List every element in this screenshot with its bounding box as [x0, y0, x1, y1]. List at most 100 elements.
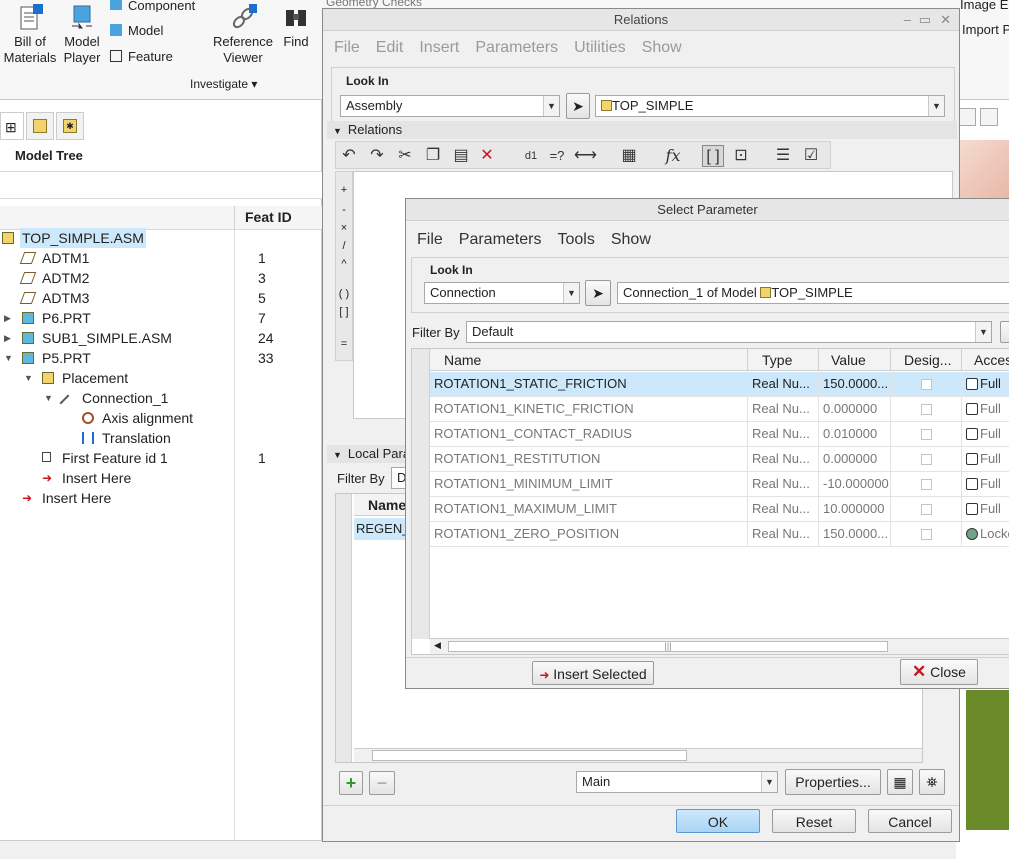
operator-button[interactable]: × [336, 222, 352, 234]
operator-button[interactable]: ^ [336, 258, 352, 270]
model-button[interactable]: Model [110, 18, 195, 44]
operator-button[interactable]: = [336, 338, 352, 350]
operator-button[interactable]: / [336, 240, 352, 252]
geometry-checks-button[interactable]: Geometry Checks [326, 0, 466, 8]
local-h-scrollbar[interactable] [354, 748, 922, 762]
menu-parameters[interactable]: Parameters [475, 39, 558, 57]
param-designate[interactable] [891, 522, 962, 546]
component-button[interactable]: Component [110, 0, 195, 12]
pick-pointer-button[interactable]: ➤ [566, 93, 590, 119]
tree-row[interactable]: ▼ Connection_1 [0, 388, 322, 412]
model-player-button[interactable]: Model Player [60, 4, 104, 66]
undo-icon[interactable]: ↶ [338, 145, 360, 167]
collapse-icon[interactable]: ▼ [44, 388, 53, 408]
sp-h-scrollbar[interactable]: ◀ ||| [430, 638, 1009, 654]
evaluate-icon[interactable]: =? [546, 145, 568, 167]
expand-icon[interactable]: ▶ [4, 308, 11, 328]
tab-layers[interactable] [26, 112, 54, 140]
operator-button[interactable]: + [336, 184, 352, 196]
show-params-icon[interactable]: ☰ [772, 145, 794, 167]
find-button[interactable]: Find [278, 4, 314, 50]
investigate-group-button[interactable]: Investigate ▾ [190, 77, 257, 91]
param-designate[interactable] [891, 447, 962, 471]
param-designate[interactable] [891, 422, 962, 446]
image-e-button[interactable]: Image E [960, 0, 1009, 14]
bill-of-materials-button[interactable]: Bill of Materials [2, 4, 58, 66]
param-designate[interactable] [891, 472, 962, 496]
reference-viewer-button[interactable]: Reference Viewer [212, 4, 274, 66]
sp-menu-tools[interactable]: Tools [557, 231, 594, 249]
camera-icon[interactable] [980, 108, 998, 126]
tree-row[interactable]: ▼ P5.PRT 33 [0, 348, 322, 368]
sp-menu-show[interactable]: Show [611, 231, 651, 249]
expand-icon[interactable]: ▶ [4, 328, 11, 348]
sp-filter-extra-button[interactable] [1000, 321, 1009, 343]
tree-row[interactable]: Axis alignment [0, 408, 322, 428]
scroll-left-icon[interactable]: ◀ [434, 640, 441, 651]
param-row[interactable]: ROTATION1_MAXIMUM_LIMIT Real Nu... 10.0000… [430, 497, 1009, 522]
sp-pick-button[interactable]: ➤ [585, 280, 611, 306]
menu-utilities[interactable]: Utilities [574, 39, 626, 57]
sp-filter-select[interactable]: Default ▼ [466, 321, 992, 343]
insert-selected-button[interactable]: ➜ Insert Selected [532, 661, 654, 685]
delete-icon[interactable]: ✕ [476, 145, 498, 167]
sp-menu-parameters[interactable]: Parameters [459, 231, 542, 249]
properties-button[interactable]: Properties... [785, 769, 881, 795]
param-row[interactable]: ROTATION1_CONTACT_RADIUS Real Nu... 0.0100… [430, 422, 1009, 447]
minimize-icon[interactable]: – [904, 9, 911, 31]
param-row[interactable]: ROTATION1_STATIC_FRICTION Real Nu... 150.0… [430, 372, 1009, 397]
menu-show[interactable]: Show [642, 39, 682, 57]
switch-dimensions-icon[interactable]: d1 [520, 145, 542, 167]
sort-relations-icon[interactable]: ▦ [618, 145, 640, 167]
redo-icon[interactable]: ↷ [366, 145, 388, 167]
collapse-icon[interactable]: ▼ [4, 348, 13, 368]
measure-icon[interactable]: ⟷ [574, 145, 597, 167]
designate-checkbox[interactable] [921, 404, 932, 415]
tree-row[interactable]: Translation [0, 428, 322, 448]
import-p-button[interactable]: Import P [962, 22, 1009, 37]
designate-checkbox[interactable] [921, 379, 932, 390]
tree-row[interactable]: ➜ Insert Here [0, 488, 322, 508]
binoculars-icon[interactable]: ⛯ [919, 769, 945, 795]
col-designate[interactable]: Desig... [891, 349, 962, 371]
param-row[interactable]: ROTATION1_MINIMUM_LIMIT Real Nu... -10.000… [430, 472, 1009, 497]
ok-button[interactable]: OK [676, 809, 760, 833]
copy-icon[interactable]: ❐ [422, 145, 444, 167]
look-in-select[interactable]: Assembly ▼ [340, 95, 560, 117]
local-param-row[interactable]: REGEN_ [354, 518, 410, 540]
sp-close-button[interactable]: ✕ Close [900, 659, 978, 685]
model-select[interactable]: TOP_SIMPLE ▼ [595, 95, 945, 117]
collapse-icon[interactable]: ▼ [24, 368, 33, 388]
tab-favorites[interactable]: ✱ [56, 112, 84, 140]
designate-checkbox[interactable] [921, 429, 932, 440]
tree-row[interactable]: First Feature id 1 1 [0, 448, 322, 468]
col-name[interactable]: Name [430, 349, 748, 371]
cancel-button[interactable]: Cancel [868, 809, 952, 833]
sp-look-in-select[interactable]: Connection ▼ [424, 282, 580, 304]
function-icon[interactable]: fx [662, 145, 684, 167]
sp-menu-file[interactable]: File [417, 231, 443, 249]
feature-button[interactable]: Feature [110, 44, 195, 70]
tree-row[interactable]: ➜ Insert Here [0, 468, 322, 488]
tree-row[interactable]: ADTM2 3 [0, 268, 322, 288]
param-designate[interactable] [891, 372, 962, 396]
tree-row[interactable]: TOP_SIMPLE.ASM [0, 228, 322, 248]
sp-context-field[interactable]: Connection_1 of Model TOP_SIMPLE [617, 282, 1009, 304]
maximize-icon[interactable]: ▭ [919, 9, 931, 31]
cut-icon[interactable]: ✂ [394, 145, 416, 167]
tree-row[interactable]: ▶ P6.PRT 7 [0, 308, 322, 328]
reset-button[interactable]: Reset [772, 809, 856, 833]
operator-button[interactable]: ( ) [336, 288, 352, 300]
tree-search-bar[interactable] [0, 171, 322, 199]
close-icon[interactable]: ✕ [940, 9, 951, 31]
designate-checkbox[interactable] [921, 479, 932, 490]
param-row[interactable]: ROTATION1_KINETIC_FRICTION Real Nu... 0.00… [430, 397, 1009, 422]
param-row[interactable]: ROTATION1_RESTITUTION Real Nu... 0.000000 F… [430, 447, 1009, 472]
tree-row[interactable]: ▶ SUB1_SIMPLE.ASM 24 [0, 328, 322, 348]
paste-icon[interactable]: ▤ [450, 145, 472, 167]
col-type[interactable]: Type [748, 349, 819, 371]
col-feat-id[interactable]: Feat ID [245, 209, 292, 225]
tree-row[interactable]: ▼ Placement [0, 368, 322, 388]
menu-edit[interactable]: Edit [376, 39, 404, 57]
col-value[interactable]: Value [819, 349, 891, 371]
